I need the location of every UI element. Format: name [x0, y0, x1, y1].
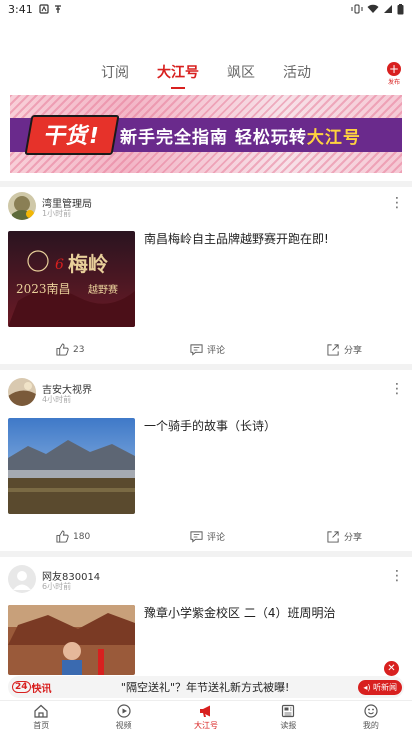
comment-label: 评论 — [207, 346, 226, 356]
top-tabs: 订阅 大江号 飒区 活动 — [0, 58, 412, 89]
guide-banner[interactable]: 干货! 新手完全指南 轻松玩转大江号 — [10, 95, 402, 173]
post-thumbnail[interactable] — [8, 605, 135, 675]
post-actions: 23 评论 分享 — [0, 343, 412, 359]
share-icon — [327, 531, 339, 543]
close-icon[interactable]: ✕ — [384, 661, 399, 676]
share-label: 分享 — [344, 533, 363, 543]
banner-badge: 干货! — [24, 115, 120, 155]
smile-icon — [364, 704, 378, 718]
tab-subscribe[interactable]: 订阅 — [101, 62, 129, 82]
plus-icon: + — [387, 62, 401, 76]
post-time: 1小时前 — [42, 209, 72, 218]
post-title[interactable]: 豫章小学紫金校区 二（4）班周明治 — [144, 605, 400, 621]
share-button[interactable]: 分享 — [327, 343, 362, 356]
nav-label: 读报 — [280, 721, 297, 730]
speaker-icon: ◂) — [363, 682, 371, 692]
post-header: 网友830014 6小时前 ⋮ — [8, 565, 404, 593]
tab-dajianghao[interactable]: 大江号 — [157, 62, 199, 89]
status-time: 3:41 — [8, 2, 33, 16]
nav-newspaper[interactable]: 读报 — [247, 701, 329, 734]
listen-label: 听新闻 — [373, 682, 397, 692]
comment-label: 评论 — [207, 533, 226, 543]
post-title[interactable]: 一个骑手的故事（长诗） — [144, 418, 400, 434]
thumb-year-city: 2023南昌 — [16, 281, 71, 296]
battery-icon — [397, 3, 404, 14]
nav-video[interactable]: 视频 — [82, 701, 164, 734]
like-button[interactable]: 23 — [56, 343, 84, 356]
wifi-icon — [367, 4, 379, 13]
notification-icon — [39, 4, 49, 14]
share-label: 分享 — [344, 346, 363, 356]
comment-button[interactable]: 评论 — [190, 343, 225, 356]
news-ticker[interactable]: 24 快讯 "隔空送礼"？年节送礼新方式被曝! ◂) 听新闻 — [8, 676, 404, 698]
thumb-title: 梅岭 — [68, 252, 108, 276]
share-button[interactable]: 分享 — [327, 530, 362, 543]
section-divider — [0, 551, 412, 557]
tab-saqu[interactable]: 飒区 — [227, 62, 255, 82]
banner-text-highlight: 大江号 — [306, 128, 361, 148]
post-actions: 180 评论 分享 — [0, 530, 412, 546]
nav-me[interactable]: 我的 — [330, 701, 412, 734]
comment-icon — [190, 344, 203, 356]
more-options-icon[interactable]: ⋮ — [390, 196, 404, 210]
thumb-event: 越野赛 — [88, 283, 118, 296]
app-notification-icon — [54, 5, 61, 13]
play-icon — [117, 704, 131, 718]
like-count: 180 — [73, 531, 91, 542]
megaphone-icon — [200, 705, 211, 717]
post-thumbnail[interactable] — [8, 418, 135, 514]
like-count: 23 — [73, 344, 85, 355]
logo-number: 24 — [12, 681, 31, 693]
nav-dajianghao[interactable]: 大江号 — [165, 701, 247, 734]
publish-label: 发布 — [387, 79, 400, 86]
section-divider — [0, 181, 412, 187]
more-options-icon[interactable]: ⋮ — [390, 569, 404, 583]
signal-icon — [384, 5, 392, 13]
listen-news-button[interactable]: ◂) 听新闻 — [358, 679, 402, 695]
comment-icon — [190, 531, 203, 543]
section-divider — [0, 364, 412, 370]
thumbs-up-icon — [56, 530, 69, 543]
nav-label: 大江号 — [194, 721, 219, 730]
24h-flash-logo: 24 快讯 — [8, 676, 52, 698]
ticker-headline[interactable]: "隔空送礼"？年节送礼新方式被曝! — [52, 679, 358, 695]
logo-text: 快讯 — [31, 683, 52, 695]
share-icon — [327, 344, 339, 356]
banner-text-main: 新手完全指南 轻松玩转 — [120, 128, 307, 148]
status-bar: 3:41 — [0, 0, 412, 18]
publish-button[interactable]: + 发布 — [384, 62, 404, 86]
banner-text: 新手完全指南 轻松玩转大江号 — [120, 123, 361, 148]
nav-label: 视频 — [115, 721, 132, 730]
app-screen: 3:41 订阅 大江号 飒区 活动 + 发布 干货! 新手完全指南 轻松玩转大江… — [0, 0, 412, 734]
vibrate-icon — [351, 4, 363, 14]
home-icon — [34, 704, 48, 718]
avatar[interactable] — [8, 192, 36, 220]
post-header: 湾里管理局 1小时前 ⋮ — [8, 192, 404, 220]
newspaper-icon — [282, 704, 295, 718]
post-header: 吉安大视界 4小时前 ⋮ — [8, 378, 404, 406]
comment-button[interactable]: 评论 — [190, 530, 225, 543]
post-thumbnail[interactable]: 梅岭 6 2023南昌 越野赛 — [8, 231, 135, 327]
nav-label: 我的 — [362, 721, 379, 730]
post-title[interactable]: 南昌梅岭自主品牌越野赛开跑在即! — [144, 231, 400, 247]
post-time: 4小时前 — [42, 395, 72, 404]
thumb-number: 6 — [55, 257, 64, 273]
nav-label: 首页 — [33, 721, 50, 730]
default-avatar-icon[interactable] — [8, 565, 36, 593]
status-icons — [351, 3, 404, 15]
bottom-nav: 首页 视频 大江号 读报 我的 — [0, 700, 412, 734]
tab-activity[interactable]: 活动 — [283, 62, 311, 82]
avatar[interactable] — [8, 378, 36, 406]
post-time: 6小时前 — [42, 582, 72, 591]
nav-home[interactable]: 首页 — [0, 701, 82, 734]
more-options-icon[interactable]: ⋮ — [390, 382, 404, 396]
thumbs-up-icon — [56, 343, 69, 356]
like-button[interactable]: 180 — [56, 530, 90, 543]
